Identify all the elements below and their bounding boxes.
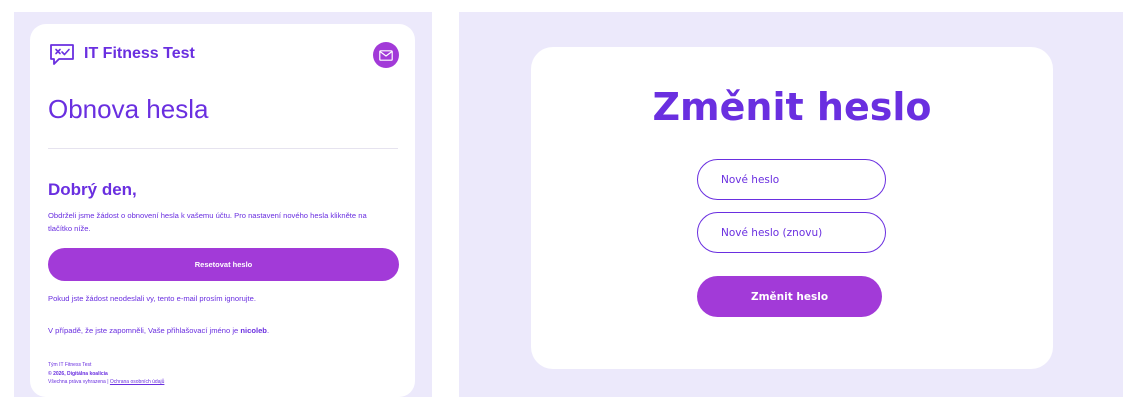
- email-body-text: Obdrželi jsme žádost o obnovení hesla k …: [48, 211, 367, 233]
- footer-copyright: © 2026, Digitálna koalícia: [48, 370, 108, 377]
- divider: [48, 148, 398, 149]
- envelope-icon: [373, 42, 399, 68]
- footer-rights-line: Všechna práva vyhrazena | Ochrana osobní…: [48, 378, 164, 387]
- confirm-password-field[interactable]: Nové heslo (znovu): [697, 212, 886, 253]
- chat-check-logo-icon: [48, 40, 76, 68]
- change-password-button[interactable]: Změnit heslo: [697, 276, 882, 317]
- email-footer: Tým IT Fitness Test © 2026, Digitálna ko…: [48, 361, 164, 387]
- username-notice: V případě, že jste zapomněli, Vaše přihl…: [48, 326, 269, 335]
- confirm-password-placeholder: Nové heslo (znovu): [721, 226, 823, 239]
- email-title: Obnova hesla: [48, 94, 209, 124]
- privacy-policy-link[interactable]: Ochrana osobních údajů: [110, 379, 164, 385]
- username-value: nicoleb: [240, 326, 267, 335]
- footer-rights: Všechna práva vyhrazena |: [48, 379, 109, 385]
- ignore-notice: Pokud jste žádost neodeslali vy, tento e…: [48, 294, 256, 303]
- new-password-field[interactable]: Nové heslo: [697, 159, 886, 200]
- email-card: IT Fitness Test Obnova hesla Dobrý den, …: [30, 24, 415, 397]
- change-password-card: Změnit heslo Nové heslo Nové heslo (znov…: [531, 47, 1053, 369]
- page-title: Změnit heslo: [652, 85, 932, 129]
- username-prefix: V případě, že jste zapomněli, Vaše přihl…: [48, 326, 239, 335]
- reset-password-button[interactable]: Resetovat heslo: [48, 248, 399, 281]
- change-password-panel: Změnit heslo Nové heslo Nové heslo (znov…: [459, 12, 1123, 397]
- brand-name: IT Fitness Test: [84, 45, 195, 62]
- username-suffix: .: [266, 326, 270, 335]
- brand: IT Fitness Test: [48, 40, 195, 68]
- new-password-placeholder: Nové heslo: [721, 173, 780, 186]
- email-preview-panel: IT Fitness Test Obnova hesla Dobrý den, …: [14, 12, 432, 397]
- footer-team: Tým IT Fitness Test: [48, 362, 92, 368]
- greeting: Dobrý den,: [48, 180, 137, 199]
